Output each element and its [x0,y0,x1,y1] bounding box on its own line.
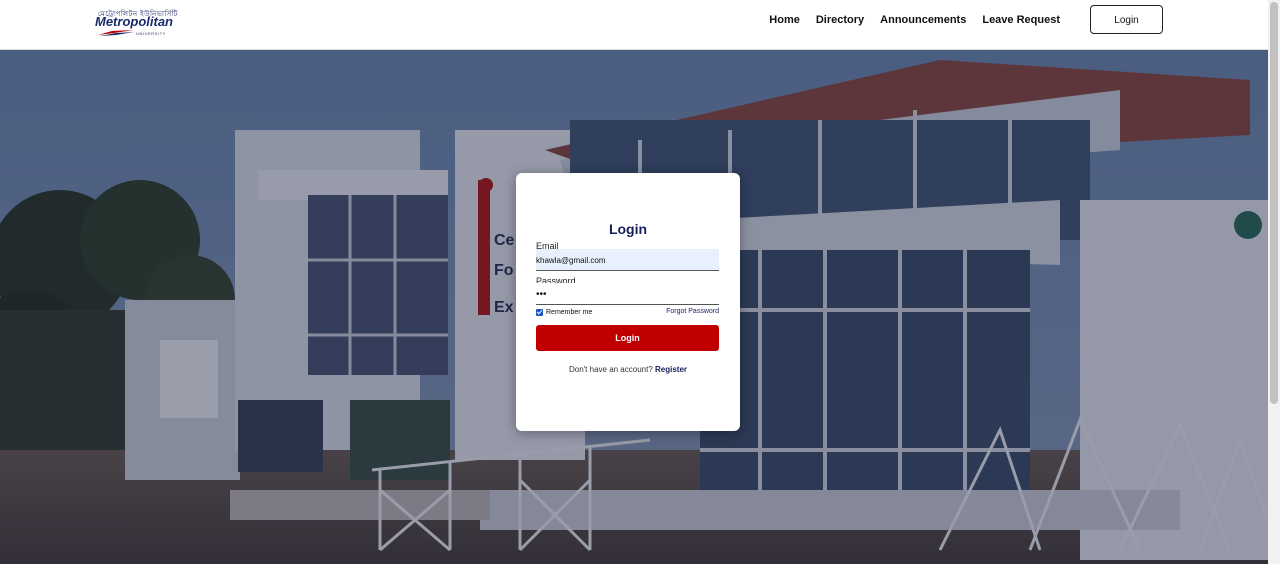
register-prompt: Don't have an account? [568,365,653,374]
logo-subtitle: UNIVERSITY [136,31,167,36]
forgot-password-link[interactable]: Forgot Password [666,308,719,315]
email-field[interactable] [536,249,719,271]
top-navbar: মেট্রোপলিটন ইউনিভার্সিটি Metropolitan UN… [0,0,1268,50]
logo-swoosh-icon [98,30,134,36]
remember-me-row[interactable]: Remember me [536,309,592,316]
nav-home[interactable]: Home [769,13,800,27]
remember-me-label: Remember me [546,309,593,316]
login-submit-button[interactable]: Login [536,325,719,351]
nav-leave-request[interactable]: Leave Request [982,13,1060,27]
register-link[interactable]: Register [655,365,687,374]
password-field[interactable] [536,283,719,305]
login-card: Login Email Password Remember me Forgot … [516,173,740,431]
login-title: Login [608,221,648,237]
main-navigation: Home Directory Announcements Leave Reque… [769,13,1060,27]
nav-login-button[interactable]: Login [1090,5,1163,34]
nav-announcements[interactable]: Announcements [880,13,966,27]
remember-me-checkbox[interactable] [536,309,543,316]
page-scrollbar-thumb[interactable] [1270,2,1278,404]
university-logo[interactable]: মেট্রোপলিটন ইউনিভার্সিটি Metropolitan UN… [92,8,196,38]
register-row: Don't have an account? Register [516,365,740,374]
logo-wordmark: Metropolitan [95,14,173,29]
nav-directory[interactable]: Directory [816,13,864,27]
